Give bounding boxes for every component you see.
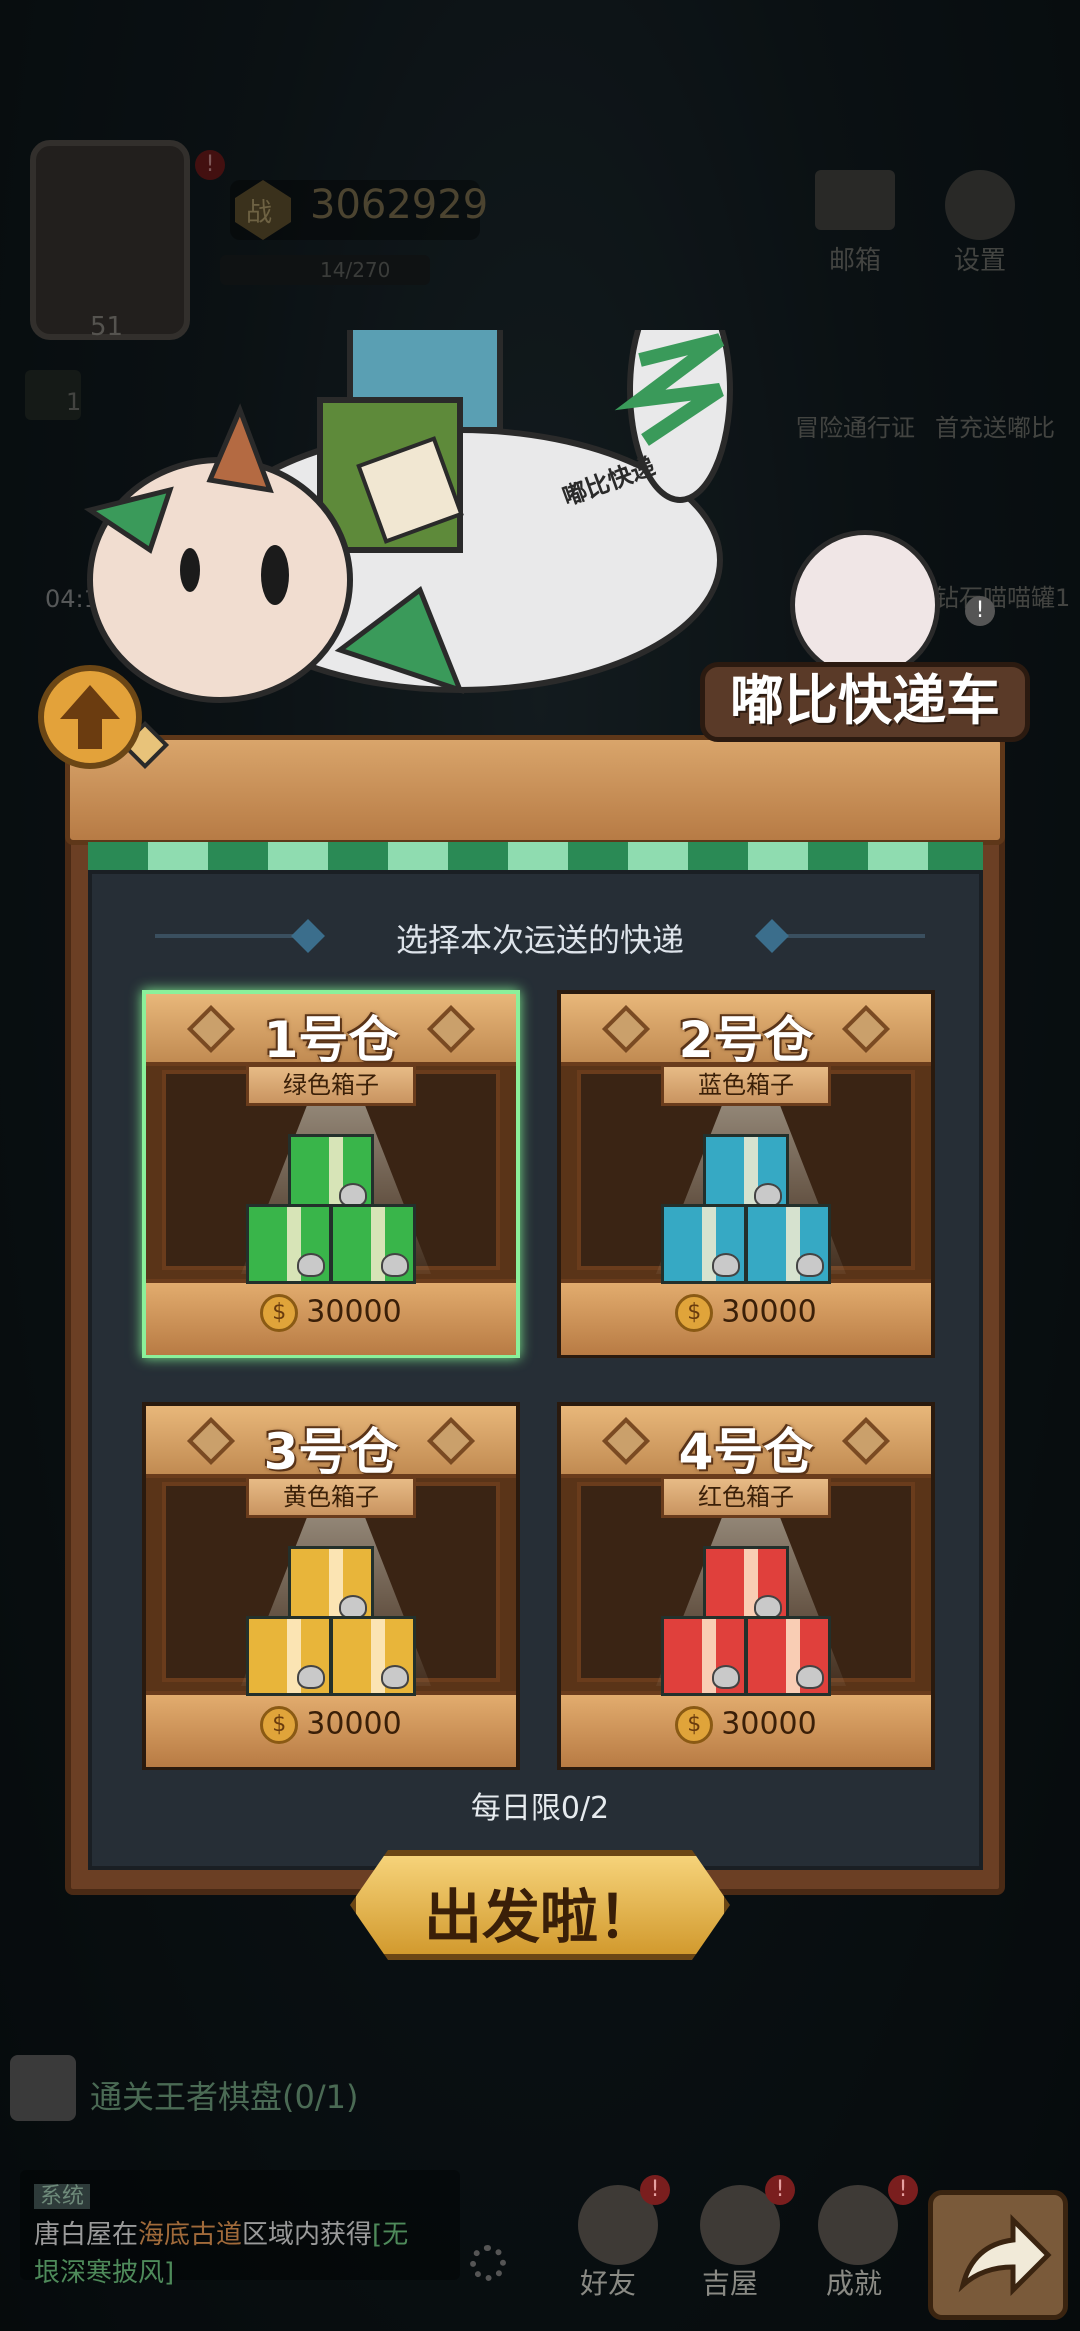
parcel-box-icon <box>288 1134 374 1214</box>
box-type-label: 绿色箱子 <box>246 1064 416 1106</box>
coin-icon: $ <box>260 1706 299 1744</box>
choose-parcel-prompt: 选择本次运送的快递 <box>395 921 684 959</box>
nav-friends[interactable]: 好友 <box>580 2262 636 2302</box>
coin-icon: $ <box>675 1294 714 1332</box>
warehouse-card-2[interactable]: 2号仓 蓝色箱子 $30000 <box>557 990 935 1358</box>
dubi-creature-illustration <box>83 330 733 770</box>
chat-player: 唐白屋在 <box>34 2220 139 2250</box>
parcel-box-icon <box>703 1546 789 1626</box>
parcel-box-icon <box>246 1616 332 1696</box>
price-row: $30000 <box>561 1294 931 1332</box>
coin-icon: $ <box>675 1706 714 1744</box>
system-chat[interactable]: 系统 唐白屋在海底古道区域内获得[无 垠深寒披风] <box>20 2170 460 2288</box>
warehouse-name: 3号仓 <box>263 1423 399 1481</box>
chat-verb: 区域内获得 <box>242 2220 373 2250</box>
chat-item-end: 垠深寒披风] <box>34 2258 175 2288</box>
cat-sticker-icon <box>381 1665 409 1689</box>
price-row: $30000 <box>146 1294 516 1332</box>
quest-icon <box>10 2055 76 2121</box>
info-badge[interactable]: ! <box>965 596 995 626</box>
share-button[interactable] <box>928 2190 1068 2320</box>
cat-sticker-icon <box>297 1253 325 1277</box>
price-value: 30000 <box>306 1294 402 1330</box>
warehouse-name: 2号仓 <box>678 1011 814 1069</box>
cat-sticker-icon <box>381 1253 409 1277</box>
quest-text[interactable]: 通关王者棋盘(0/1) <box>90 2072 358 2118</box>
home-alert-badge: ! <box>765 2175 795 2205</box>
warehouse-name: 1号仓 <box>263 1011 399 1069</box>
parcel-box-icon <box>661 1616 747 1696</box>
nav-achievements[interactable]: 成就 <box>826 2262 882 2302</box>
mascot-girl-icon <box>790 530 940 680</box>
coin-icon: $ <box>260 1294 299 1332</box>
parcel-box-icon <box>330 1204 416 1284</box>
warehouse-card-1[interactable]: 1号仓 绿色箱子 $30000 <box>142 990 520 1358</box>
cat-sticker-icon <box>712 1253 740 1277</box>
warehouse-card-4[interactable]: 4号仓 红色箱子 $30000 <box>557 1402 935 1770</box>
cat-sticker-icon <box>796 1253 824 1277</box>
parcel-box-icon <box>703 1134 789 1214</box>
parcel-box-icon <box>330 1616 416 1696</box>
box-type-label: 红色箱子 <box>661 1476 831 1518</box>
daily-limit: 每日限0/2 <box>470 1791 610 1826</box>
price-row: $30000 <box>561 1706 931 1744</box>
panel-title: 嘟比快递车 <box>700 662 1030 742</box>
warehouse-name: 4号仓 <box>678 1423 814 1481</box>
arrow-up-icon <box>60 685 120 749</box>
cat-sticker-icon <box>796 1665 824 1689</box>
parcel-box-icon <box>288 1546 374 1626</box>
price-value: 30000 <box>721 1294 817 1330</box>
parcel-box-icon <box>745 1616 831 1696</box>
box-type-label: 蓝色箱子 <box>661 1064 831 1106</box>
chat-zone: 海底古道 <box>138 2220 243 2250</box>
warehouse-card-3[interactable]: 3号仓 黄色箱子 $30000 <box>142 1402 520 1770</box>
price-value: 30000 <box>721 1706 817 1742</box>
upgrade-button[interactable] <box>38 665 142 769</box>
share-arrow-icon <box>958 2213 1052 2297</box>
cat-sticker-icon <box>297 1665 325 1689</box>
chat-item-start: [无 <box>372 2220 409 2250</box>
price-value: 30000 <box>306 1706 402 1742</box>
parcel-box-icon <box>246 1204 332 1284</box>
chat-tag: 系统 <box>34 2184 91 2209</box>
chat-gear-icon[interactable] <box>470 2245 506 2281</box>
price-row: $30000 <box>146 1706 516 1744</box>
friends-alert-badge: ! <box>640 2175 670 2205</box>
nav-home[interactable]: 吉屋 <box>702 2262 758 2302</box>
parcel-box-icon <box>661 1204 747 1284</box>
box-type-label: 黄色箱子 <box>246 1476 416 1518</box>
trophy-icon[interactable] <box>818 2185 898 2265</box>
depart-button-label[interactable]: 出发啦！ <box>350 1870 730 1954</box>
cat-sticker-icon <box>712 1665 740 1689</box>
parcel-box-icon <box>745 1204 831 1284</box>
achievements-alert-badge: ! <box>888 2175 918 2205</box>
